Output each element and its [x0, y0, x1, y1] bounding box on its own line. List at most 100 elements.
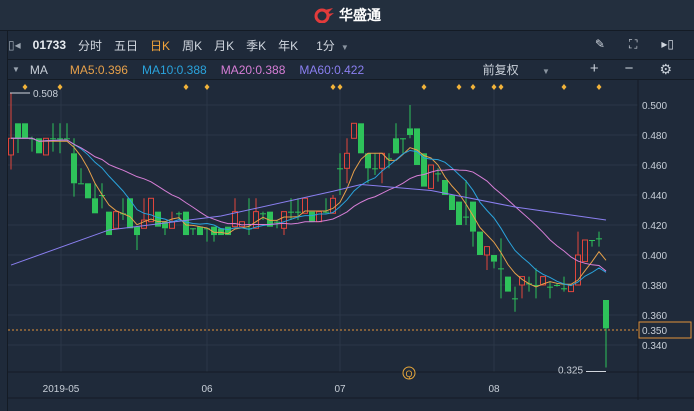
minute-dropdown[interactable]: 1分 ▼	[316, 37, 361, 54]
pencil-icon[interactable]: ✎	[595, 37, 605, 52]
period-toolbar: ▯◂ 01733 分时 五日 日K 周K 月K 季K 年K 1分 ▼ ✎ ⛶ ▸▯	[8, 31, 694, 60]
price-tick-label: 0.440	[642, 191, 667, 202]
event-diamond-icon	[57, 84, 63, 90]
candlestick-chart[interactable]: 0.500 0.480 0.460 0.440 0.420 0.400 0.380 0.360…	[0, 80, 694, 411]
period-tab[interactable]: 月K	[214, 37, 234, 54]
date-label: 2019-05	[43, 384, 80, 395]
indicator-caret-icon[interactable]: ▼	[12, 65, 20, 74]
candle-down	[603, 300, 609, 329]
minute-label: 1分	[316, 38, 335, 53]
expand-panel-icon[interactable]: ▸▯	[661, 37, 674, 52]
event-diamond-icon	[491, 84, 497, 90]
candle-down	[295, 211, 301, 213]
candle-down	[512, 298, 518, 300]
brand-name: 华盛通	[339, 7, 381, 23]
candle-down	[596, 238, 602, 240]
stock-code: 01733	[32, 38, 67, 52]
fullscreen-icon[interactable]: ⛶	[629, 37, 637, 52]
last-price-label: 0.350	[642, 326, 667, 337]
candle-down	[92, 198, 98, 214]
date-label: 08	[488, 384, 500, 395]
candle-up	[281, 211, 287, 229]
candle-down	[358, 123, 364, 154]
low-price-label: 0.325	[558, 366, 583, 377]
candle-down	[547, 286, 553, 288]
candle-up	[428, 164, 434, 189]
candle-up	[253, 211, 259, 229]
candle-down	[372, 168, 378, 170]
candle-down	[190, 228, 196, 230]
candle-down	[561, 288, 567, 290]
event-diamond-icon	[596, 84, 602, 90]
adjust-dropdown[interactable]: 前复权 ▼	[483, 61, 564, 78]
candle-down	[22, 123, 28, 139]
date-label: 07	[334, 384, 346, 395]
candle-down	[50, 138, 56, 140]
candle-up	[582, 239, 588, 263]
ma20-line	[11, 137, 607, 272]
event-diamond-icon	[456, 84, 462, 90]
remove-indicator-button[interactable]: −	[625, 61, 634, 78]
candle-down	[589, 240, 595, 241]
price-tick-label: 0.360	[642, 311, 667, 322]
ma10-value: MA10:0.388	[141, 62, 207, 77]
indicator-row: ▼ MA MA5:0.396 MA10:0.388 MA20:0.388 MA6…	[8, 60, 694, 80]
ma10-line	[11, 137, 607, 287]
period-tab[interactable]: 周K	[182, 37, 202, 54]
price-tick-label: 0.480	[642, 131, 667, 142]
candle-down	[491, 255, 497, 262]
ma60-value: MA60:0.422	[299, 62, 365, 77]
event-diamond-icon	[22, 84, 28, 90]
candle-up	[351, 122, 357, 139]
candle-down	[15, 123, 21, 139]
period-tab-active[interactable]: 日K	[150, 37, 170, 54]
candle-down	[260, 213, 266, 215]
gear-icon[interactable]: ⚙	[659, 61, 672, 78]
candle-down	[498, 268, 504, 270]
candle-up	[8, 137, 14, 156]
candle-down	[309, 211, 315, 222]
title-bar: 华盛通	[0, 0, 694, 31]
candle-down	[57, 138, 63, 140]
candle-down	[435, 173, 441, 175]
period-tab[interactable]: 五日	[114, 37, 138, 54]
event-diamond-icon	[183, 84, 189, 90]
period-tab[interactable]: 年K	[278, 37, 298, 54]
chevron-down-icon: ▼	[340, 42, 349, 52]
indicator-name[interactable]: MA	[30, 63, 48, 77]
collapse-panel-icon[interactable]: ▯◂	[8, 38, 21, 52]
price-tick-label: 0.340	[642, 341, 667, 352]
candle-down	[78, 183, 84, 185]
candle-down	[456, 201, 462, 225]
huasheng-logo-icon	[314, 8, 334, 23]
candle-down	[176, 213, 182, 215]
candle-down	[288, 211, 294, 213]
period-tab[interactable]: 季K	[246, 37, 266, 54]
candle-down	[274, 221, 280, 223]
event-diamond-icon	[337, 84, 343, 90]
candle-down	[554, 285, 560, 286]
candle-down	[323, 211, 329, 213]
candle-down	[197, 226, 203, 236]
candle-down	[505, 276, 511, 292]
price-tick-label: 0.380	[642, 281, 667, 292]
price-tick-label: 0.460	[642, 161, 667, 172]
candle-down	[449, 195, 455, 210]
candle-down	[337, 168, 343, 170]
candle-up	[316, 211, 322, 223]
event-diamond-icon	[561, 84, 567, 90]
candle-down	[463, 216, 469, 218]
chevron-down-icon: ▼	[541, 67, 550, 76]
price-tick-label: 0.500	[642, 101, 667, 112]
candle-up	[232, 211, 238, 228]
period-tab[interactable]: 分时	[78, 37, 102, 54]
candle-up	[113, 211, 119, 229]
candle-down	[64, 138, 70, 140]
candle-down	[400, 138, 406, 140]
event-q-label: Q	[405, 369, 412, 379]
price-tick-label: 0.400	[642, 251, 667, 262]
add-indicator-button[interactable]: +	[590, 61, 599, 78]
candle-down	[134, 226, 140, 236]
candle-down	[106, 211, 112, 236]
adjust-label: 前复权	[482, 63, 519, 77]
